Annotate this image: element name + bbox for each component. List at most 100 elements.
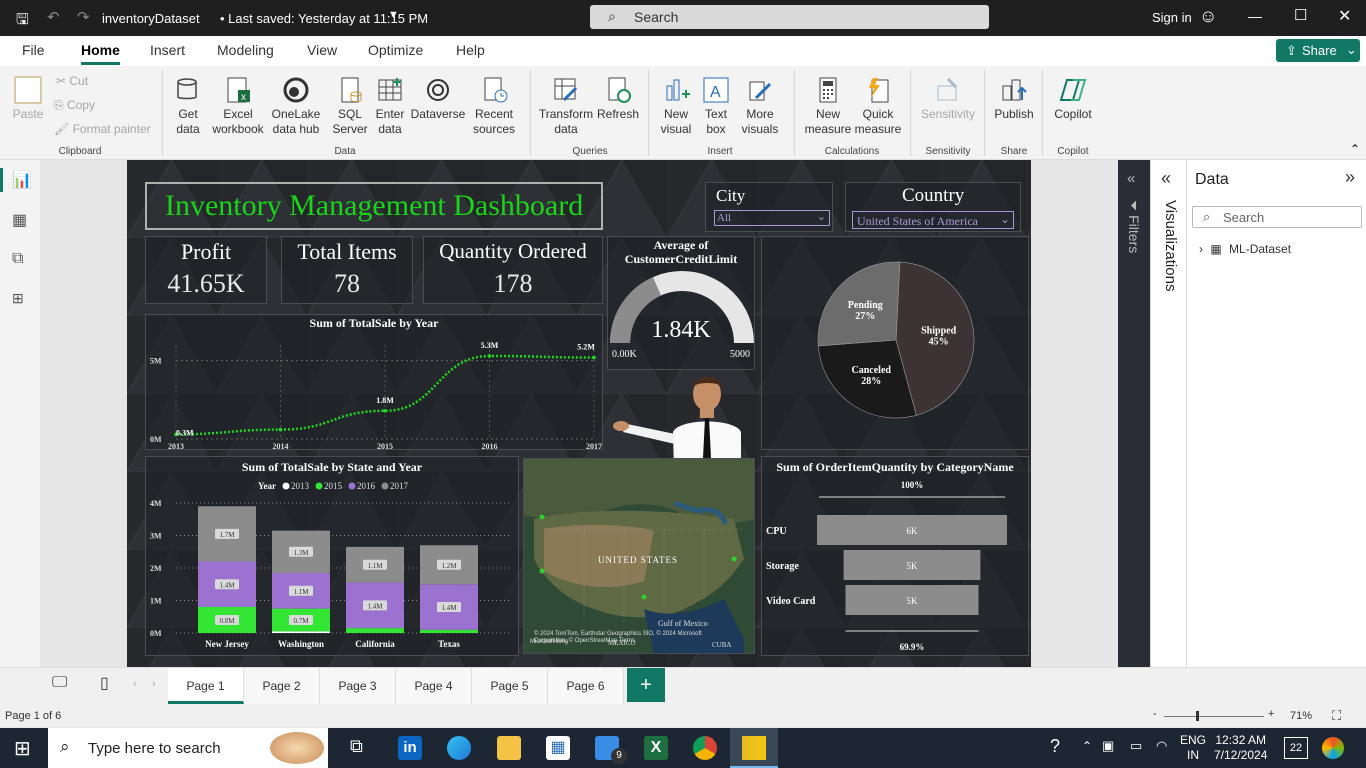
power-bi-taskbar-item[interactable] <box>730 728 778 768</box>
menu-help[interactable]: Help <box>456 42 485 58</box>
dax-query-icon[interactable]: ⊞ <box>12 290 24 307</box>
country-dropdown[interactable]: United States of America ⌄ <box>852 211 1014 229</box>
notification-badge[interactable]: 22 <box>1284 737 1308 759</box>
map-card[interactable]: UNITED STATES Gulf of Mexico MEXICO CUBA… <box>523 458 755 654</box>
chevron-down-icon[interactable]: ▼ <box>388 9 399 21</box>
zoom-out-icon[interactable]: - <box>1153 708 1157 720</box>
meet-icon[interactable]: ▣ <box>1102 738 1114 754</box>
maximize-icon[interactable]: ☐ <box>1294 6 1307 24</box>
task-view-icon[interactable]: ⧉ <box>350 736 374 760</box>
add-page-button[interactable]: + <box>627 668 665 702</box>
undo-icon[interactable]: ↶ <box>47 8 60 26</box>
zoom-slider-thumb[interactable] <box>1195 711 1199 721</box>
page-tab[interactable]: Page 6 <box>548 668 624 704</box>
taskbar-search[interactable]: ⌕ Type here to search <box>48 728 328 768</box>
report-view-icon[interactable]: 📊 <box>12 170 32 190</box>
menu-file[interactable]: File <box>22 42 45 58</box>
quick-measure-button[interactable]: Quick measure <box>854 76 902 137</box>
minimize-icon[interactable]: — <box>1248 8 1262 24</box>
dataset-item[interactable]: › ▦ ML-Dataset <box>1199 242 1291 256</box>
city-dropdown[interactable]: All ⌄ <box>714 210 830 226</box>
x-tick-label: Texas <box>438 639 460 649</box>
collapse-icon[interactable]: » <box>1345 167 1355 188</box>
file-explorer-icon[interactable] <box>497 736 521 760</box>
page-tab[interactable]: Page 2 <box>244 668 320 704</box>
linkedin-icon[interactable]: in <box>398 736 422 760</box>
city-slicer[interactable]: City All ⌄ <box>705 182 833 232</box>
page-tab[interactable]: Page 5 <box>472 668 548 704</box>
desktop-layout-icon[interactable]: 🖵 <box>52 674 67 692</box>
country-slicer[interactable]: Country United States of America ⌄ <box>845 182 1021 232</box>
clock[interactable]: 12:32 AM 7/12/2024 <box>1214 733 1267 763</box>
copy-button[interactable]: ⎘ Copy <box>54 98 95 113</box>
excel-workbook-button[interactable]: x Excel workbook <box>210 76 266 137</box>
expand-icon[interactable]: « <box>1127 170 1135 187</box>
prev-page-icon[interactable]: ‹ <box>133 678 137 690</box>
title-search-box[interactable]: ⌕ Search <box>590 5 989 29</box>
table-view-icon[interactable]: ▦ <box>12 210 27 230</box>
publish-button[interactable]: Publish <box>992 76 1036 122</box>
page-tab[interactable]: Page 4 <box>396 668 472 704</box>
line-chart-card: Sum of TotalSale by Year 0M 5M 2013 2014 201… <box>145 314 603 451</box>
data-label: 0.7M <box>294 617 310 625</box>
menu-insert[interactable]: Insert <box>150 42 185 58</box>
model-view-icon[interactable]: ⧉ <box>12 250 23 268</box>
windows-start-icon[interactable]: ⊞ <box>14 736 31 761</box>
new-measure-button[interactable]: New measure <box>802 76 854 137</box>
menu-optimize[interactable]: Optimize <box>368 42 423 58</box>
wifi-icon[interactable]: ◠ <box>1156 738 1167 754</box>
group-calculations: Calculations <box>824 146 880 157</box>
help-icon[interactable]: ? <box>1050 736 1060 757</box>
collapse-ribbon-icon[interactable]: ⌃ <box>1350 142 1360 156</box>
copilot-taskbar-icon[interactable] <box>1322 737 1344 759</box>
battery-icon[interactable]: ▭ <box>1130 738 1142 754</box>
zoom-slider[interactable] <box>1164 716 1264 717</box>
data-label: 5.3M <box>481 341 499 350</box>
chevron-up-icon[interactable]: ⌃ <box>1082 739 1092 753</box>
expand-icon[interactable]: « <box>1161 168 1171 189</box>
visualizations-pane-collapsed[interactable]: « Visualizations <box>1150 160 1186 667</box>
close-icon[interactable]: ✕ <box>1338 6 1351 26</box>
chrome-icon[interactable] <box>693 736 717 760</box>
new-visual-button[interactable]: New visual <box>656 76 696 137</box>
enter-data-button[interactable]: Enter data <box>372 76 408 137</box>
more-visuals-button[interactable]: More visuals <box>736 76 784 137</box>
data-label: 1.8M <box>376 396 394 405</box>
ribbon: Paste ✂ Cut ⎘ Copy 🖌 Format painter Clip… <box>0 66 1366 160</box>
sign-in-link[interactable]: Sign in <box>1152 10 1192 25</box>
more-visuals-label: More visuals <box>741 107 779 136</box>
recent-sources-button[interactable]: Recent sources <box>466 76 522 137</box>
store-icon[interactable]: ▦ <box>546 736 570 760</box>
onelake-button[interactable]: OneLake data hub <box>266 76 326 137</box>
zoom-in-icon[interactable]: + <box>1268 708 1274 720</box>
edge-icon[interactable] <box>447 736 471 760</box>
data-search-input[interactable]: ⌕ Search <box>1192 206 1362 228</box>
excel-app-icon[interactable]: X <box>644 736 668 760</box>
mobile-layout-icon[interactable]: ▯ <box>100 673 109 693</box>
page-tab[interactable]: Page 1 <box>168 668 244 704</box>
sensitivity-button[interactable]: Sensitivity <box>918 76 978 122</box>
copilot-button[interactable]: Copilot <box>1050 76 1096 122</box>
user-icon[interactable]: ☺ <box>1199 6 1217 27</box>
text-box-button[interactable]: A Text box <box>698 76 734 137</box>
dataverse-button[interactable]: Dataverse <box>410 76 466 122</box>
menu-view[interactable]: View <box>307 42 337 58</box>
menu-home[interactable]: Home <box>81 42 120 65</box>
redo-icon[interactable]: ↷ <box>77 8 90 26</box>
transform-data-button[interactable]: Transform data <box>538 76 594 137</box>
filters-pane-collapsed[interactable]: « ⏷ Filters <box>1118 160 1150 667</box>
cut-button[interactable]: ✂ Cut <box>56 74 88 89</box>
sql-server-button[interactable]: SQL Server <box>330 76 370 137</box>
next-page-icon[interactable]: › <box>152 678 156 690</box>
get-data-button[interactable]: Get data <box>168 76 208 137</box>
format-painter-button[interactable]: 🖌 Format painter <box>54 122 151 137</box>
save-icon[interactable]: 🖫 <box>16 9 29 34</box>
page-tab[interactable]: Page 3 <box>320 668 396 704</box>
fit-to-page-icon[interactable]: ⛶ <box>1332 708 1341 724</box>
menu-modeling[interactable]: Modeling <box>217 42 274 58</box>
paste-button[interactable]: Paste <box>10 76 46 122</box>
mail-icon[interactable]: 9 <box>595 736 627 764</box>
refresh-button[interactable]: Refresh <box>596 76 640 122</box>
language-indicator[interactable]: ENG IN <box>1180 733 1206 763</box>
share-button[interactable]: ⇪ Share ⌄ <box>1276 39 1360 62</box>
